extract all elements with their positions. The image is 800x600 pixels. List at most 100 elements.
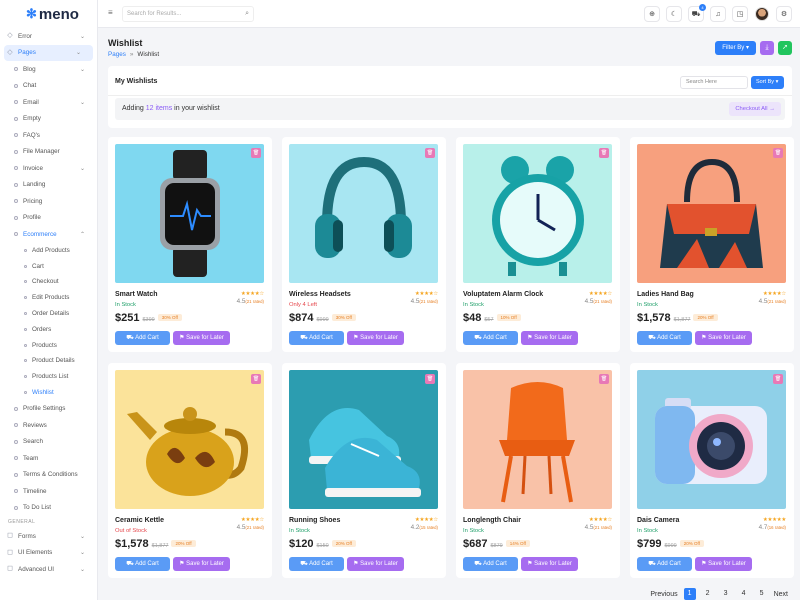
add-cart-button[interactable]: ⛟ Add Cart [463,557,518,571]
product-name[interactable]: Dais Camera [637,517,679,524]
add-cart-button[interactable]: ⛟ Add Cart [463,331,518,345]
save-for-later-button[interactable]: ⚑ Save for Later [695,331,752,345]
remove-wishlist-icon[interactable]: 🗑 [251,148,261,158]
settings-icon[interactable]: ⚙ [776,6,792,22]
product-name[interactable]: Longlength Chair [463,517,521,524]
filter-by-button[interactable]: Filter By ▾ [715,41,756,55]
breadcrumb-separator: » [129,51,134,58]
sidebar-item-invoice[interactable]: Invoice ⌄ [0,160,97,177]
add-cart-button[interactable]: ⛟ Add Cart [637,557,692,571]
remove-wishlist-icon[interactable]: 🗑 [773,374,783,384]
product-image-ladies-hand-bag[interactable] [637,144,786,283]
sidebar-item-terms-conditions[interactable]: Terms & Conditions [0,466,97,483]
sidebar-item-faq-s[interactable]: FAQ's [0,127,97,144]
sidebar-item-cart[interactable]: Cart [0,258,97,274]
sidebar-item-chat[interactable]: Chat [0,78,97,95]
product-image-wireless-headsets[interactable] [289,144,438,283]
sort-by-button[interactable]: Sort By ▾ [751,76,784,89]
save-for-later-button[interactable]: ⚑ Save for Later [173,331,230,345]
sidebar-item-error[interactable]: ◇ Error ⌄ [0,28,97,45]
add-cart-button[interactable]: ⛟ Add Cart [289,331,344,345]
product-image-longlength-chair[interactable] [463,370,612,509]
translate-icon[interactable]: ⊕ [644,6,660,22]
app-logo[interactable]: ✻ meno [0,0,97,28]
search-input[interactable]: Search for Results... ⌕ [122,6,254,22]
add-cart-button[interactable]: ⛟ Add Cart [115,331,170,345]
sidebar-item-ecommerce[interactable]: Ecommerce ⌃ [0,226,97,243]
remove-wishlist-icon[interactable]: 🗑 [599,148,609,158]
remove-wishlist-icon[interactable]: 🗑 [773,148,783,158]
product-name[interactable]: Smart Watch [115,291,158,298]
sidebar-item-ui-elements[interactable]: ◻ UI Elements ⌄ [0,544,97,561]
pagination-page-1[interactable]: 1 [683,588,696,600]
sidebar-item-email[interactable]: Email ⌄ [0,94,97,111]
sidebar-item-orders[interactable]: Orders [0,321,97,337]
save-for-later-button[interactable]: ⚑ Save for Later [521,331,578,345]
remove-wishlist-icon[interactable]: 🗑 [599,374,609,384]
product-image-dais-camera[interactable] [637,370,786,509]
product-name[interactable]: Voluptatem Alarm Clock [463,291,543,298]
sidebar-item-team[interactable]: Team [0,450,97,467]
product-image-smart-watch[interactable] [115,144,264,283]
product-name[interactable]: Ladies Hand Bag [637,291,694,298]
sidebar-item-profile[interactable]: Profile [0,210,97,227]
sidebar-item-empty[interactable]: Empty [0,111,97,128]
sidebar-item-search[interactable]: Search [0,433,97,450]
sidebar-item-blog[interactable]: Blog ⌄ [0,61,97,78]
sidebar-item-add-products[interactable]: Add Products [0,243,97,259]
sidebar-item-timeline[interactable]: Timeline [0,483,97,500]
save-for-later-button[interactable]: ⚑ Save for Later [173,557,230,571]
add-cart-button[interactable]: ⛟ Add Cart [637,331,692,345]
pagination-next[interactable]: Next [774,591,788,598]
product-image-ceramic-kettle[interactable] [115,370,264,509]
apps-icon[interactable]: ◳ [732,6,748,22]
breadcrumb-pages[interactable]: Pages [108,51,126,58]
sidebar-item-products-list[interactable]: Products List [0,369,97,385]
save-for-later-button[interactable]: ⚑ Save for Later [695,557,752,571]
save-for-later-button[interactable]: ⚑ Save for Later [347,557,404,571]
product-name[interactable]: Running Shoes [289,517,340,524]
product-image-running-shoes[interactable] [289,370,438,509]
pagination-page-3[interactable]: 3 [720,588,732,600]
remove-wishlist-icon[interactable]: 🗑 [425,148,435,158]
add-cart-button[interactable]: ⛟ Add Cart [115,557,170,571]
pagination-page-5[interactable]: 5 [756,588,768,600]
sidebar-item-product-details[interactable]: Product Details [0,353,97,369]
product-image-voluptatem-alarm-clock[interactable] [463,144,612,283]
sidebar-item-order-details[interactable]: Order Details [0,306,97,322]
wishlist-search-input[interactable]: Search Here [680,76,748,89]
share-icon[interactable]: ➚ [778,41,792,55]
remove-wishlist-icon[interactable]: 🗑 [251,374,261,384]
checkout-all-button[interactable]: Checkout All → [729,102,781,116]
avatar[interactable] [754,6,770,22]
sidebar-item-file-manager[interactable]: File Manager [0,144,97,161]
sidebar-item-profile-settings[interactable]: Profile Settings [0,400,97,417]
product-name[interactable]: Wireless Headsets [289,291,351,298]
stock-status: In Stock [637,302,658,308]
pagination-page-4[interactable]: 4 [738,588,750,600]
sidebar-item-checkout[interactable]: Checkout [0,274,97,290]
remove-wishlist-icon[interactable]: 🗑 [425,374,435,384]
menu-toggle-icon[interactable]: ≡ [108,9,116,17]
sidebar-item-edit-products[interactable]: Edit Products [0,290,97,306]
sidebar-item-advanced-ui[interactable]: ◻ Advanced UI ⌄ [0,561,97,578]
notification-icon[interactable]: ♫ [710,6,726,22]
sidebar-item-pages[interactable]: ◇ Pages ⌄ [4,44,93,61]
product-name[interactable]: Ceramic Kettle [115,517,164,524]
save-for-later-button[interactable]: ⚑ Save for Later [347,331,404,345]
sidebar-item-wishlist[interactable]: Wishlist [0,385,97,401]
cart-icon[interactable]: ⛟ 4 [688,4,706,22]
download-icon[interactable]: ⤓ [760,41,774,55]
pagination-page-2[interactable]: 2 [702,588,714,600]
sidebar-item-forms[interactable]: ◻ Forms ⌄ [0,528,97,545]
search-icon[interactable]: ⌕ [245,7,249,21]
save-for-later-button[interactable]: ⚑ Save for Later [521,557,578,571]
sidebar-item-products[interactable]: Products [0,337,97,353]
sidebar-item-reviews[interactable]: Reviews [0,417,97,434]
dark-mode-icon[interactable]: ☾ [666,6,682,22]
sidebar-item-landing[interactable]: Landing [0,177,97,194]
sidebar-item-pricing[interactable]: Pricing [0,193,97,210]
sidebar-item-to-do-list[interactable]: To Do List [0,499,97,516]
pagination-previous[interactable]: Previous [650,591,677,598]
add-cart-button[interactable]: ⛟ Add Cart [289,557,344,571]
